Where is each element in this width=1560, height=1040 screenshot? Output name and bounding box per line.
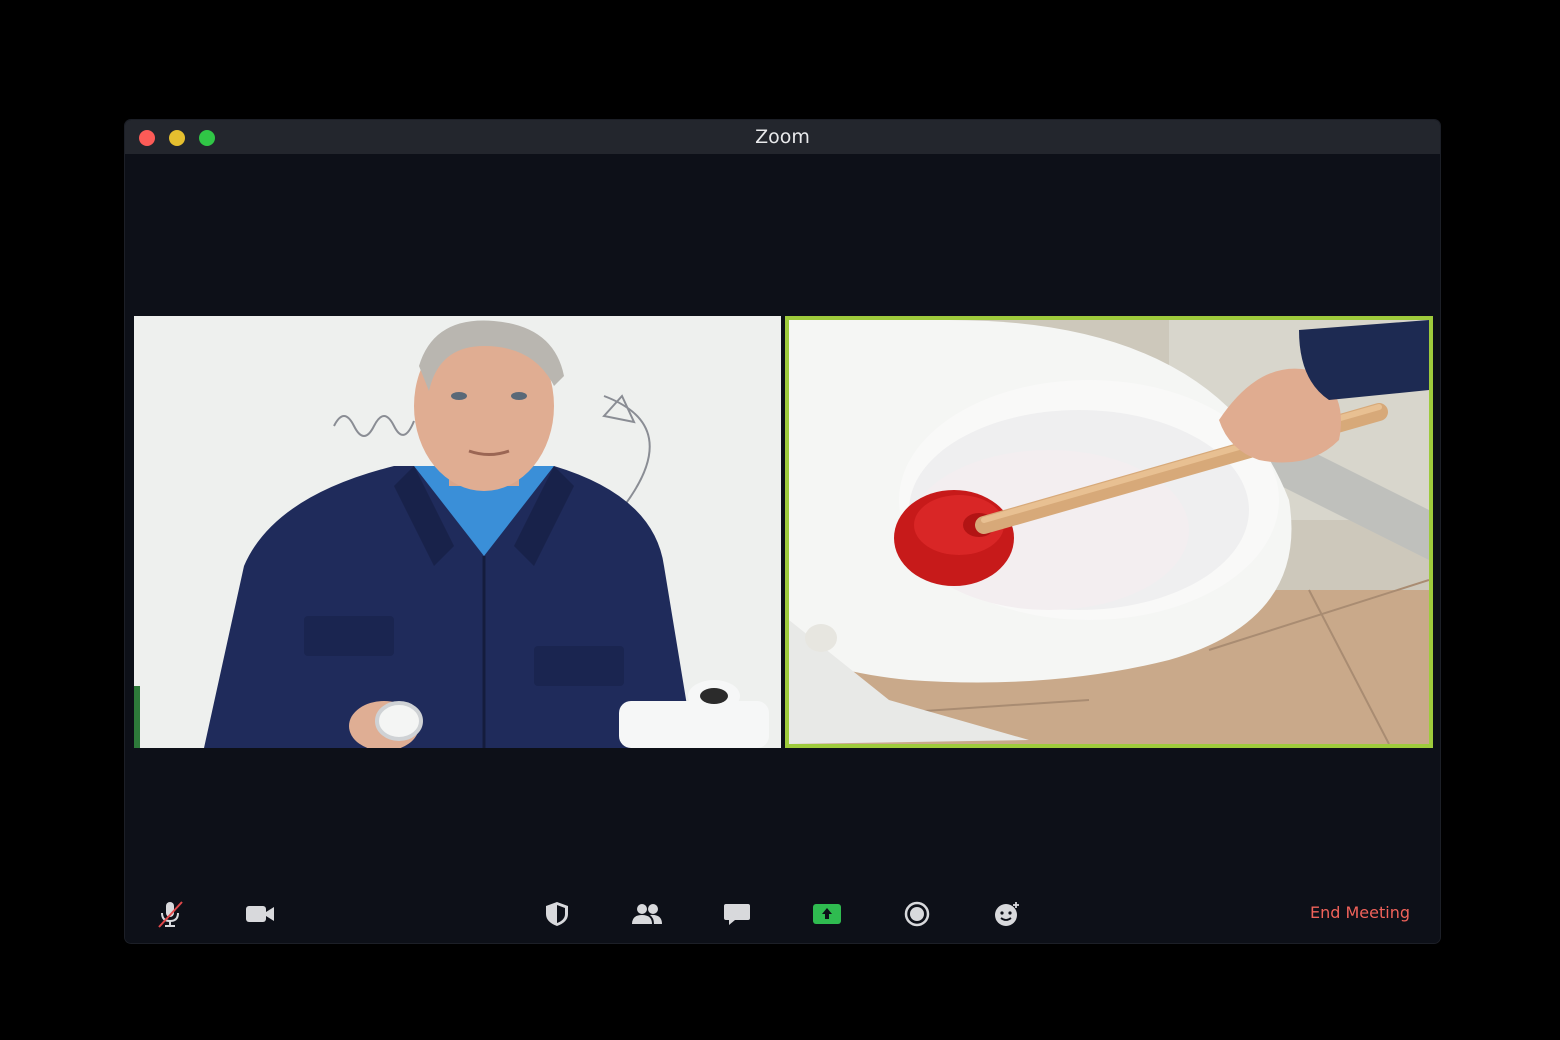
record-icon xyxy=(904,901,930,927)
people-icon xyxy=(632,904,662,924)
video-camera-icon xyxy=(246,906,274,922)
end-meeting-button[interactable]: End Meeting xyxy=(1310,903,1410,922)
participant-video-tile-left[interactable] xyxy=(134,316,781,748)
window-title: Zoom xyxy=(755,126,810,148)
microphone-muted-icon xyxy=(158,901,183,928)
meeting-toolbar: End Meeting xyxy=(125,884,1440,943)
share-screen-icon xyxy=(813,904,841,924)
emoji-icon xyxy=(995,902,1019,926)
participant-video-tile-right[interactable] xyxy=(785,316,1433,748)
security-button[interactable] xyxy=(539,898,575,930)
participants-button[interactable] xyxy=(629,898,665,930)
chat-button[interactable] xyxy=(719,898,755,930)
stop-video-button[interactable] xyxy=(242,898,278,930)
zoom-window: Zoom End Meeting xyxy=(125,120,1440,943)
chat-bubble-icon xyxy=(724,904,750,925)
record-button[interactable] xyxy=(899,898,935,930)
video-gallery xyxy=(125,154,1440,884)
participant-video-feed-right xyxy=(789,320,1429,744)
reactions-button[interactable] xyxy=(989,898,1025,930)
title-bar[interactable]: Zoom xyxy=(125,120,1440,154)
mute-button[interactable] xyxy=(152,898,188,930)
share-screen-button[interactable] xyxy=(809,898,845,930)
shield-icon xyxy=(546,902,568,926)
participant-video-feed-left xyxy=(134,316,781,748)
